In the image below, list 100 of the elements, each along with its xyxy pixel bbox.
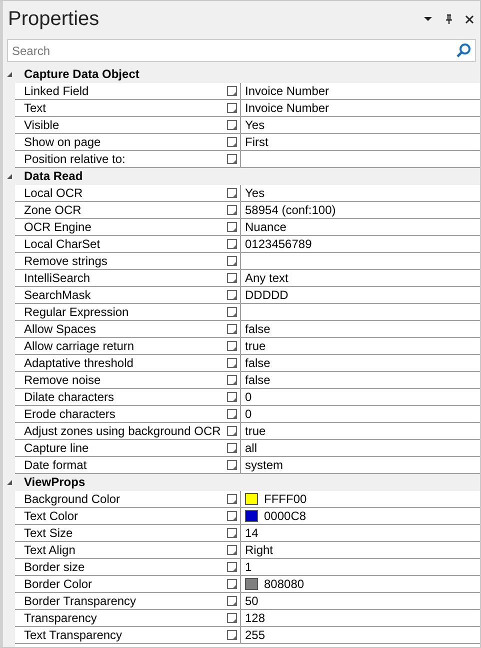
- edit-icon[interactable]: [227, 375, 237, 385]
- property-value: 128: [245, 611, 266, 625]
- property-value: 50: [245, 594, 258, 608]
- property-name: Capture line: [24, 441, 89, 455]
- property-value: Yes: [245, 186, 265, 200]
- property-value: First: [245, 135, 268, 149]
- property-name: Text Transparency: [24, 628, 122, 642]
- property-name: Remove noise: [24, 373, 101, 387]
- property-value: system: [245, 458, 284, 472]
- property-value: Yes: [245, 118, 265, 132]
- property-value: 0123456789: [245, 237, 312, 251]
- property-value: false: [245, 322, 270, 336]
- property-name: Allow Spaces: [24, 322, 96, 336]
- property-name: Border Transparency: [24, 594, 136, 608]
- close-icon[interactable]: [465, 14, 474, 24]
- property-value: DDDDD: [245, 288, 288, 302]
- property-value: true: [245, 339, 266, 353]
- property-name: Text Color: [24, 509, 78, 523]
- edit-icon[interactable]: [227, 120, 237, 130]
- property-value: Nuance: [245, 220, 286, 234]
- edit-icon[interactable]: [227, 545, 237, 555]
- category-label: ViewProps: [23, 474, 86, 490]
- edit-icon[interactable]: [227, 613, 237, 623]
- property-value: 58954 (conf:100): [245, 203, 336, 217]
- edit-icon[interactable]: [227, 562, 237, 572]
- property-name: IntelliSearch: [24, 271, 90, 285]
- edit-icon[interactable]: [227, 630, 237, 640]
- property-name: Remove strings: [24, 254, 108, 268]
- edit-icon[interactable]: [227, 596, 237, 606]
- property-name: Text Align: [24, 543, 76, 557]
- property-name: Transparency: [24, 611, 97, 625]
- edit-icon[interactable]: [227, 154, 237, 164]
- edit-icon[interactable]: [227, 528, 237, 538]
- property-value: Any text: [245, 271, 288, 285]
- property-value: Right: [245, 543, 274, 557]
- property-name: Adaptative threshold: [24, 356, 134, 370]
- edit-icon[interactable]: [227, 494, 237, 504]
- property-value: false: [245, 356, 270, 370]
- edit-icon[interactable]: [227, 256, 237, 266]
- property-name: Text Size: [24, 526, 73, 540]
- panel-title: Properties: [8, 8, 100, 30]
- property-name: Dilate characters: [24, 390, 114, 404]
- edit-icon[interactable]: [227, 86, 237, 96]
- edit-icon[interactable]: [227, 205, 237, 215]
- edit-icon[interactable]: [227, 511, 237, 521]
- property-name: Regular Expression: [24, 305, 129, 319]
- property-name: Border size: [24, 560, 85, 574]
- property-value: Invoice Number: [245, 101, 330, 115]
- property-value: 255: [245, 628, 266, 642]
- property-name: Local OCR: [24, 186, 83, 200]
- category-label: Capture Data Object: [23, 66, 140, 82]
- property-name: Allow carriage return: [24, 339, 134, 353]
- property-value: Invoice Number: [245, 84, 330, 98]
- property-value: false: [245, 373, 270, 387]
- property-name: Visible: [24, 118, 60, 132]
- edit-icon[interactable]: [227, 290, 237, 300]
- property-value: 0: [245, 407, 252, 421]
- property-value: true: [245, 424, 266, 438]
- collapse-icon[interactable]: [6, 172, 12, 180]
- property-name: SearchMask: [24, 288, 91, 302]
- edit-icon[interactable]: [227, 188, 237, 198]
- edit-icon[interactable]: [227, 443, 237, 453]
- edit-icon[interactable]: [227, 409, 237, 419]
- property-name: Show on page: [24, 135, 101, 149]
- edit-icon[interactable]: [227, 273, 237, 283]
- category-label: Data Read: [23, 168, 83, 184]
- property-name: Border Color: [24, 577, 92, 591]
- edit-icon[interactable]: [227, 392, 237, 402]
- edit-icon[interactable]: [227, 460, 237, 470]
- property-value: FFFF00: [264, 492, 307, 506]
- property-name: Background Color: [24, 492, 120, 506]
- property-value: all: [245, 441, 258, 455]
- search-field[interactable]: Search: [7, 39, 476, 62]
- pin-icon[interactable]: [445, 14, 453, 24]
- property-value: 0: [245, 390, 252, 404]
- edit-icon[interactable]: [227, 137, 237, 147]
- edit-icon[interactable]: [227, 324, 237, 334]
- property-value: 1: [245, 560, 252, 574]
- property-value: 808080: [264, 577, 304, 591]
- property-value: 0000C8: [264, 509, 306, 523]
- property-value: 14: [245, 526, 258, 540]
- edit-icon[interactable]: [227, 579, 237, 589]
- property-name: Zone OCR: [24, 203, 82, 217]
- property-name: Erode characters: [24, 407, 116, 421]
- collapse-icon[interactable]: [6, 70, 12, 78]
- search-icon[interactable]: [456, 43, 471, 58]
- property-name: Linked Field: [24, 84, 89, 98]
- edit-icon[interactable]: [227, 239, 237, 249]
- collapse-icon[interactable]: [6, 478, 12, 486]
- property-name: Date format: [24, 458, 87, 472]
- dropdown-icon[interactable]: [423, 15, 433, 23]
- property-name: Local CharSet: [24, 237, 100, 251]
- edit-icon[interactable]: [227, 222, 237, 232]
- property-name: Adjust zones using background OCR: [24, 424, 221, 438]
- edit-icon[interactable]: [227, 426, 237, 436]
- edit-icon[interactable]: [227, 358, 237, 368]
- property-name: Text: [24, 101, 46, 115]
- edit-icon[interactable]: [227, 103, 237, 113]
- edit-icon[interactable]: [227, 307, 237, 317]
- edit-icon[interactable]: [227, 341, 237, 351]
